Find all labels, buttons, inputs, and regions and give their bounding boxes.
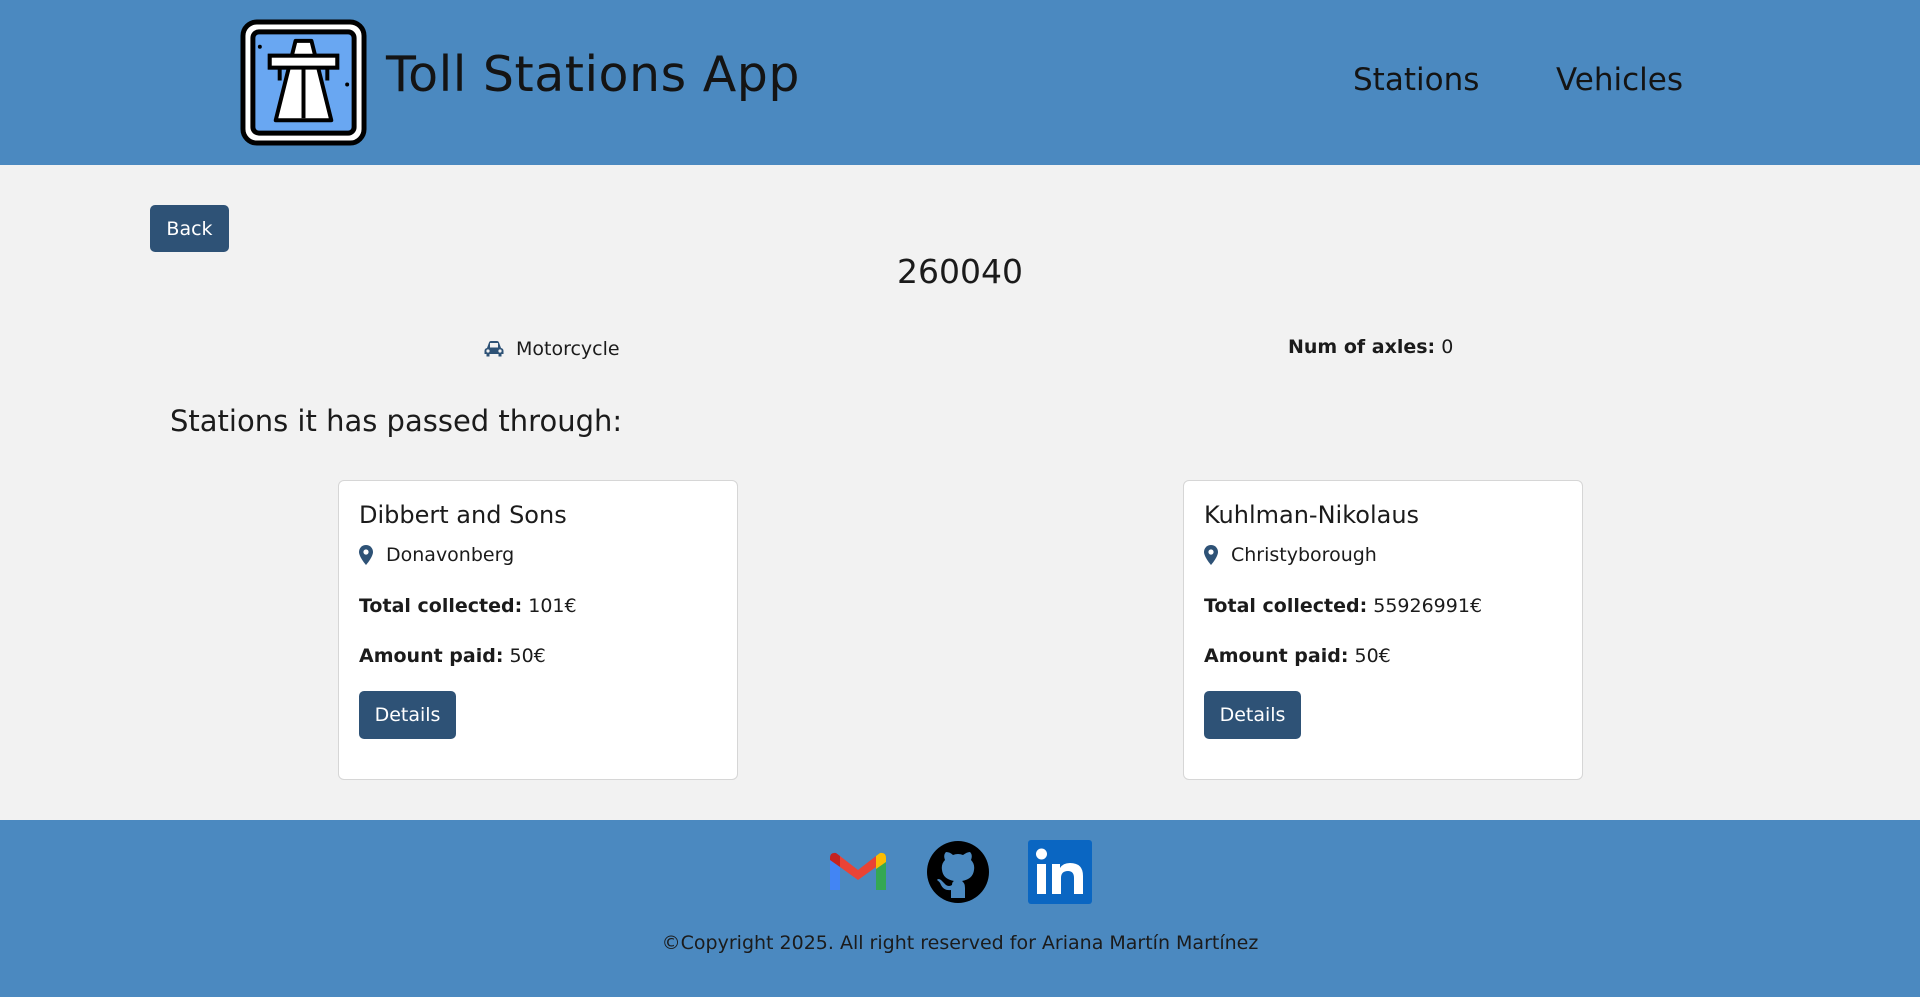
car-icon <box>484 341 504 357</box>
details-button[interactable]: Details <box>1204 691 1301 739</box>
total-collected: Total collected: 101€ <box>359 595 577 617</box>
linkedin-icon[interactable] <box>1028 840 1092 904</box>
station-card: Kuhlman-Nikolaus Christyborough Total co… <box>1183 480 1583 780</box>
vehicle-id-title: 260040 <box>897 252 1023 291</box>
station-name: Dibbert and Sons <box>359 501 567 529</box>
station-location: Christyborough <box>1204 544 1377 566</box>
location-pin-icon <box>1204 545 1218 565</box>
vehicle-type-label: Motorcycle <box>516 338 620 360</box>
details-button[interactable]: Details <box>359 691 456 739</box>
amount-paid-label: Amount paid: <box>359 645 504 667</box>
axles-info: Num of axles: 0 <box>1288 336 1453 358</box>
highway-road-icon[interactable] <box>240 19 367 146</box>
axles-label: Num of axles: <box>1288 336 1436 358</box>
copyright-text: ©Copyright 2025. All right reserved for … <box>661 932 1259 954</box>
total-collected-label: Total collected: <box>359 595 523 617</box>
amount-paid: Amount paid: 50€ <box>1204 645 1391 667</box>
app-title: Toll Stations App <box>386 46 800 103</box>
location-pin-icon <box>359 545 373 565</box>
station-city: Donavonberg <box>386 544 515 566</box>
station-location: Donavonberg <box>359 544 514 566</box>
stations-section-title: Stations it has passed through: <box>170 404 623 438</box>
amount-paid-label: Amount paid: <box>1204 645 1349 667</box>
gmail-icon[interactable] <box>826 840 890 904</box>
amount-paid-value: 50€ <box>509 645 546 667</box>
total-collected-value: 101€ <box>528 595 577 617</box>
nav-vehicles-link[interactable]: Vehicles <box>1556 62 1683 98</box>
station-card: Dibbert and Sons Donavonberg Total colle… <box>338 480 738 780</box>
station-name: Kuhlman-Nikolaus <box>1204 501 1420 529</box>
total-collected-value: 55926991€ <box>1373 595 1483 617</box>
github-icon[interactable] <box>926 840 990 904</box>
app-footer: ©Copyright 2025. All right reserved for … <box>0 820 1920 997</box>
amount-paid: Amount paid: 50€ <box>359 645 546 667</box>
total-collected-label: Total collected: <box>1204 595 1368 617</box>
axles-value: 0 <box>1441 336 1454 358</box>
app-header: Toll Stations App Stations Vehicles <box>0 0 1920 165</box>
station-city: Christyborough <box>1231 544 1377 566</box>
vehicle-type: Motorcycle <box>483 336 620 362</box>
amount-paid-value: 50€ <box>1354 645 1391 667</box>
total-collected: Total collected: 55926991€ <box>1204 595 1482 617</box>
back-button[interactable]: Back <box>150 205 229 252</box>
nav-stations-link[interactable]: Stations <box>1353 62 1479 98</box>
